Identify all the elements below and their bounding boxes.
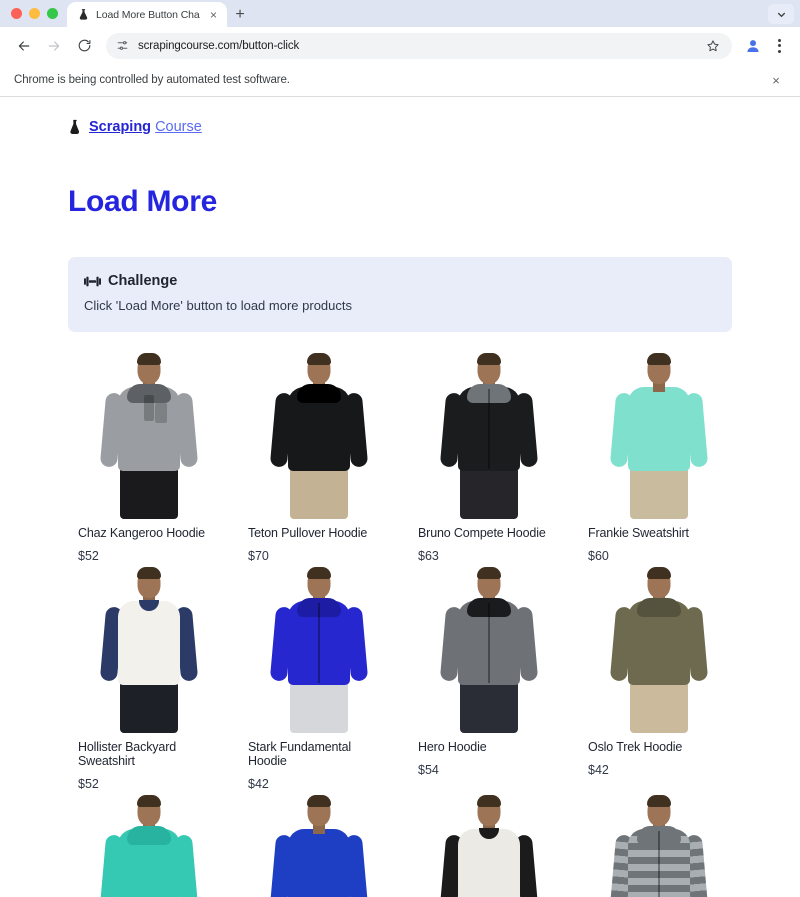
- challenge-box: Challenge Click 'Load More' button to lo…: [68, 257, 732, 332]
- product-card[interactable]: Hollister Backyard Sweatshirt $52: [60, 563, 230, 791]
- tab-search-button[interactable]: [768, 4, 794, 24]
- page-title: Load More: [68, 185, 217, 218]
- product-name: Oslo Trek Hoodie: [588, 740, 683, 754]
- site-logo-link[interactable]: Scraping Course: [68, 119, 800, 136]
- product-photo-figure: [269, 565, 369, 733]
- product-price: $42: [248, 777, 269, 791]
- product-photo-figure: [99, 793, 199, 897]
- dumbbell-icon: [84, 276, 101, 286]
- product-name: Hero Hoodie: [418, 740, 487, 754]
- product-name: Bruno Compete Hoodie: [418, 526, 546, 540]
- flask-icon: [79, 9, 88, 20]
- product-image[interactable]: [248, 791, 390, 897]
- product-price: $42: [588, 763, 609, 777]
- page-viewport: Scraping Course Load More Challenge Clic…: [0, 97, 800, 897]
- product-price: $52: [78, 777, 99, 791]
- back-button[interactable]: [10, 32, 38, 60]
- chevron-down-icon: [777, 12, 785, 17]
- product-price: $70: [248, 549, 269, 563]
- product-name: Chaz Kangeroo Hoodie: [78, 526, 205, 540]
- site-header: Scraping Course: [0, 97, 800, 136]
- product-price: $60: [588, 549, 609, 563]
- product-photo-figure: [99, 565, 199, 733]
- tab-title: Load More Button Challenge t: [96, 8, 200, 21]
- flask-icon: [70, 119, 80, 134]
- product-card[interactable]: [60, 791, 230, 897]
- product-card[interactable]: Bruno Compete Hoodie $63: [400, 349, 570, 563]
- product-image[interactable]: [418, 349, 560, 519]
- product-price: $63: [418, 549, 439, 563]
- forward-button[interactable]: [40, 32, 68, 60]
- product-photo-figure: [439, 793, 539, 897]
- product-image[interactable]: [78, 349, 220, 519]
- reload-icon: [78, 39, 90, 52]
- product-image[interactable]: [588, 563, 730, 733]
- profile-button[interactable]: [740, 33, 766, 59]
- product-photo-figure: [609, 793, 709, 897]
- product-image[interactable]: [588, 349, 730, 519]
- automation-infobar-text: Chrome is being controlled by automated …: [14, 74, 290, 86]
- avatar-icon: [747, 39, 759, 52]
- tab-strip: Load More Button Challenge t × +: [0, 0, 800, 27]
- browser-toolbar: scrapingcourse.com/button-click: [0, 27, 800, 64]
- product-card[interactable]: [400, 791, 570, 897]
- tune-icon[interactable]: [116, 39, 129, 52]
- product-price: $54: [418, 763, 439, 777]
- address-bar[interactable]: scrapingcourse.com/button-click: [106, 32, 732, 59]
- challenge-title: Challenge: [108, 273, 178, 289]
- product-image[interactable]: [588, 791, 730, 897]
- product-name: Teton Pullover Hoodie: [248, 526, 368, 540]
- product-name: Frankie Sweatshirt: [588, 526, 689, 540]
- product-photo-figure: [439, 351, 539, 519]
- close-tab-button[interactable]: ×: [206, 7, 221, 22]
- product-image[interactable]: [248, 349, 390, 519]
- product-image[interactable]: [78, 791, 220, 897]
- product-card[interactable]: Teton Pullover Hoodie $70: [230, 349, 400, 563]
- browser-tab[interactable]: Load More Button Challenge t ×: [67, 2, 227, 27]
- challenge-header: Challenge: [84, 273, 732, 289]
- minimize-window-button[interactable]: [29, 8, 40, 19]
- logo-word-scraping: Scraping: [89, 119, 152, 136]
- product-image[interactable]: [78, 563, 220, 733]
- product-price: $52: [78, 549, 99, 563]
- chrome-menu-button[interactable]: [768, 33, 790, 59]
- product-photo-figure: [439, 565, 539, 733]
- arrow-left-icon: [18, 40, 30, 51]
- close-window-button[interactable]: [11, 8, 22, 19]
- page-content: Scraping Course Load More Challenge Clic…: [0, 97, 800, 897]
- address-bar-url: scrapingcourse.com/button-click: [138, 39, 300, 52]
- product-card[interactable]: Hero Hoodie $54: [400, 563, 570, 791]
- arrow-right-icon: [48, 40, 60, 51]
- product-card[interactable]: Frankie Sweatshirt $60: [570, 349, 740, 563]
- product-photo-figure: [99, 351, 199, 519]
- three-dots-icon: [777, 38, 781, 42]
- product-name: Hollister Backyard Sweatshirt: [78, 740, 177, 768]
- product-photo-figure: [269, 793, 369, 897]
- site-logo-text: Scraping Course: [89, 120, 202, 135]
- product-image[interactable]: [418, 791, 560, 897]
- bookmark-button[interactable]: [706, 39, 720, 53]
- automation-infobar: Chrome is being controlled by automated …: [0, 64, 800, 97]
- product-photo-figure: [609, 351, 709, 519]
- product-card[interactable]: Oslo Trek Hoodie $42: [570, 563, 740, 791]
- product-card[interactable]: [230, 791, 400, 897]
- star-icon: [707, 39, 719, 51]
- browser-window: Load More Button Challenge t × +: [0, 0, 800, 897]
- product-grid: Chaz Kangeroo Hoodie $52 Teton Pullover Ho…: [0, 349, 800, 897]
- product-card[interactable]: Chaz Kangeroo Hoodie $52: [60, 349, 230, 563]
- reload-button[interactable]: [70, 32, 98, 60]
- product-name: Stark Fundamental Hoodie: [248, 740, 352, 768]
- product-card[interactable]: [570, 791, 740, 897]
- product-image[interactable]: [418, 563, 560, 733]
- new-tab-button[interactable]: +: [227, 2, 253, 27]
- product-image[interactable]: [248, 563, 390, 733]
- product-card[interactable]: Stark Fundamental Hoodie $42: [230, 563, 400, 791]
- logo-word-course: Course: [155, 119, 202, 136]
- product-photo-figure: [269, 351, 369, 519]
- challenge-description: Click 'Load More' button to load more pr…: [84, 298, 352, 313]
- product-photo-figure: [609, 565, 709, 733]
- maximize-window-button[interactable]: [47, 8, 58, 19]
- close-infobar-button[interactable]: ×: [766, 70, 786, 90]
- window-controls: [8, 0, 67, 27]
